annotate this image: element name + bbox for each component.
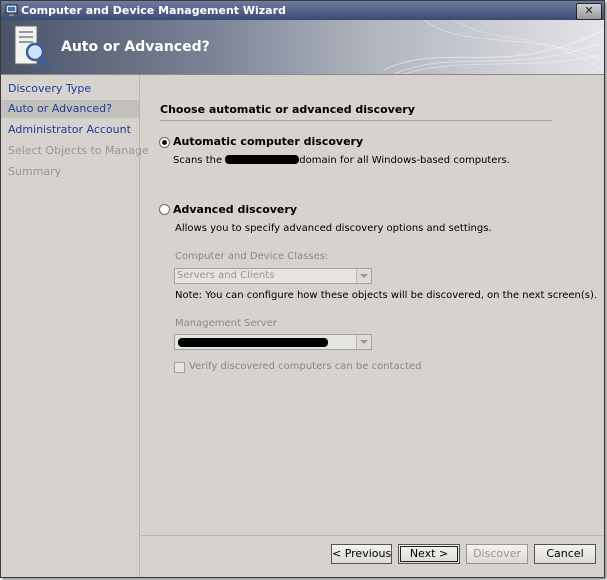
- verify-computers-checkbox: [174, 362, 185, 373]
- device-classes-label: Computer and Device Classes:: [175, 251, 329, 262]
- automatic-discovery-radio[interactable]: [159, 137, 170, 148]
- section-title: Choose automatic or advanced discovery: [160, 103, 415, 116]
- chevron-down-icon: [356, 269, 371, 283]
- wizard-step-list: Discovery Type Auto or Advanced? Adminis…: [1, 75, 149, 577]
- close-button[interactable]: ✕: [576, 3, 602, 20]
- wizard-content: Choose automatic or advanced discovery A…: [140, 75, 604, 535]
- wizard-banner: Auto or Advanced?: [1, 20, 604, 75]
- title-bar[interactable]: Computer and Device Management Wizard ✕: [1, 1, 604, 20]
- verify-computers-label: Verify discovered computers can be conta…: [189, 361, 422, 372]
- advanced-discovery-description: Allows you to specify advanced discovery…: [175, 223, 492, 234]
- nav-step-auto-or-advanced[interactable]: Auto or Advanced?: [1, 100, 139, 118]
- nav-step-select-objects: Select Objects to Manage: [8, 144, 149, 157]
- device-classes-dropdown: Servers and Clients: [174, 268, 372, 284]
- advanced-discovery-radio[interactable]: [159, 204, 170, 215]
- nav-step-administrator-account[interactable]: Administrator Account: [1, 121, 139, 139]
- discovery-magnifier-icon: [14, 25, 51, 68]
- banner-wave-decoration: [384, 20, 604, 74]
- nav-step-summary: Summary: [8, 165, 62, 178]
- cancel-button[interactable]: Cancel: [534, 544, 596, 564]
- redacted-server-name: [178, 338, 328, 347]
- window-title: Computer and Device Management Wizard: [21, 4, 286, 17]
- wizard-app-icon: [5, 4, 18, 16]
- previous-button[interactable]: < Previous: [331, 544, 392, 564]
- footer-divider: [140, 535, 604, 536]
- automatic-discovery-description: Scans the domain for all Windows-based c…: [173, 155, 510, 166]
- banner-title: Auto or Advanced?: [61, 39, 210, 55]
- automatic-discovery-label[interactable]: Automatic computer discovery: [173, 135, 363, 148]
- management-server-label: Management Server: [175, 318, 277, 329]
- device-classes-value: Servers and Clients: [177, 270, 275, 281]
- chevron-down-icon: [356, 335, 371, 349]
- wizard-window: Computer and Device Management Wizard ✕ …: [0, 0, 605, 578]
- advanced-discovery-label[interactable]: Advanced discovery: [173, 203, 297, 216]
- configure-note: Note: You can configure how these object…: [175, 290, 598, 301]
- redacted-domain-name: [225, 155, 300, 164]
- nav-step-discovery-type[interactable]: Discovery Type: [1, 80, 139, 98]
- automatic-desc-suffix: domain for all Windows-based computers.: [299, 155, 510, 166]
- automatic-desc-prefix: Scans the: [173, 155, 226, 166]
- management-server-dropdown: [174, 334, 372, 350]
- section-divider: [160, 120, 552, 121]
- discover-button: Discover: [466, 544, 528, 564]
- next-button[interactable]: Next >: [398, 544, 460, 564]
